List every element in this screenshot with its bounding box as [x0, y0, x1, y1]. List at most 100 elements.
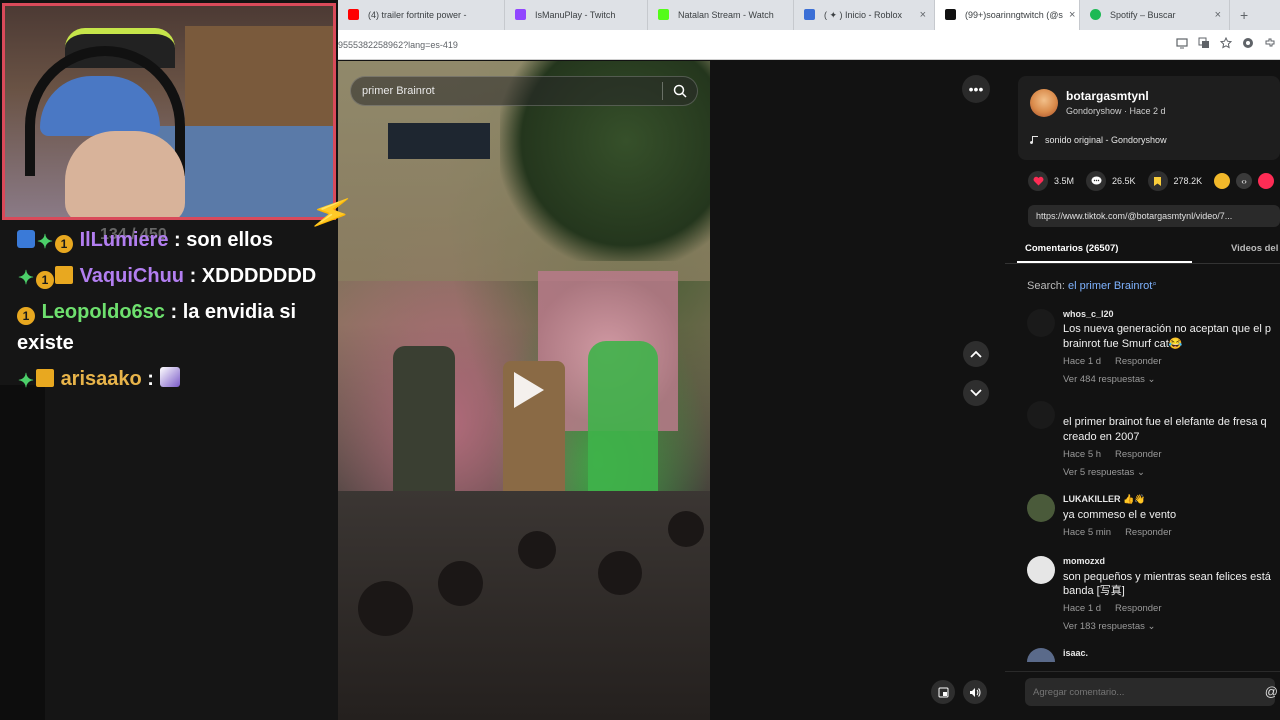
close-icon[interactable]: × — [1209, 9, 1221, 21]
chevron-down-icon: ⌄ — [1147, 374, 1156, 385]
like-count: 3.5M — [1054, 176, 1075, 186]
stream-chat-overlay — [0, 220, 338, 720]
comments-tabs: Comentarios (26507) Videos del — [1005, 236, 1280, 264]
tab-kick[interactable]: Natalan Stream - Watch — [648, 0, 794, 30]
install-app-icon[interactable] — [1176, 37, 1188, 49]
save-button[interactable]: 278.2K — [1147, 171, 1202, 191]
view-replies-button[interactable]: Ver 5 respuestas ⌄ — [1063, 467, 1145, 478]
record-icon[interactable] — [1242, 37, 1254, 49]
bookmark-star-icon[interactable] — [1220, 37, 1232, 49]
twitch-icon — [515, 9, 526, 20]
new-tab-button[interactable]: + — [1230, 7, 1258, 23]
search-button[interactable] — [663, 76, 697, 106]
tab-title: ( ✦ ) Inicio - Roblox — [824, 9, 903, 20]
comment-icon — [1086, 171, 1107, 191]
video-scene-audience — [338, 491, 710, 720]
music-info[interactable]: sonido original - Gondoryshow — [1030, 135, 1167, 145]
next-video-button[interactable] — [963, 380, 989, 406]
comment-meta: Hace 5 h Responder — [1063, 449, 1162, 460]
tab-title: (4) trailer fortnite power - — [368, 10, 467, 20]
roblox-icon — [804, 9, 815, 20]
screen: (4) trailer fortnite power - IsManuPlay … — [0, 0, 1280, 720]
chat-text: existe — [17, 332, 74, 354]
browser-tab-bar: (4) trailer fortnite power - IsManuPlay … — [338, 0, 1280, 30]
pip-button[interactable] — [931, 680, 955, 704]
chat-text: : XDDDDDDD — [184, 265, 317, 287]
avatar[interactable] — [1027, 494, 1055, 522]
play-icon[interactable] — [508, 370, 548, 410]
more-options-button[interactable]: ••• — [962, 75, 990, 103]
comment-text: ya commeso el e vento — [1063, 509, 1177, 521]
copy-link-field[interactable]: https://www.tiktok.com/@botargasmtynl/vi… — [1028, 205, 1280, 227]
comment-username[interactable]: momozxd — [1063, 556, 1105, 566]
picture-in-picture-icon — [938, 687, 948, 697]
reply-button[interactable]: Responder — [1115, 449, 1161, 460]
comment-text: el primer brainot fue el elefante de fre… — [1063, 416, 1267, 428]
spotify-icon — [1090, 9, 1101, 20]
mention-icon[interactable]: @ — [1265, 684, 1278, 699]
tab-title: Spotify – Buscar — [1110, 10, 1176, 20]
reply-button[interactable]: Responder — [1115, 603, 1161, 614]
tier-one-badge-icon: 1 — [17, 307, 35, 325]
chat-message: ✦ arisaako : — [17, 363, 181, 395]
comment-input[interactable] — [1025, 678, 1275, 706]
avatar[interactable] — [1027, 556, 1055, 584]
close-icon[interactable]: × — [914, 9, 926, 21]
reply-button[interactable]: Responder — [1125, 527, 1171, 538]
avatar[interactable] — [1027, 648, 1055, 662]
tab-twitch[interactable]: IsManuPlay - Twitch — [505, 0, 648, 30]
chat-username[interactable]: VaquiChuu — [80, 265, 184, 287]
search-input[interactable] — [351, 85, 662, 97]
star-badge-icon: ✦ — [18, 268, 34, 289]
reply-button[interactable]: Responder — [1115, 356, 1161, 367]
kick-icon — [658, 9, 669, 20]
comment-time: Hace 5 min — [1063, 527, 1112, 538]
extensions-icon[interactable] — [1264, 37, 1276, 49]
volume-icon — [970, 687, 981, 697]
url-text[interactable]: 9555382258962?lang=es-419 — [338, 40, 458, 50]
comment-time: Hace 1 d — [1063, 603, 1102, 614]
chat-username[interactable]: arisaako — [61, 368, 142, 390]
chat-username[interactable]: Leopoldo6sc — [42, 301, 165, 323]
chat-message-continued: existe — [17, 327, 74, 359]
tier-one-badge-icon: 1 — [36, 271, 54, 289]
search-icon: ⌕ — [1152, 279, 1157, 288]
comment-search-suggestion[interactable]: Search: el primer Brainrot⌕ — [1027, 279, 1157, 292]
like-button[interactable]: 3.5M — [1028, 171, 1074, 191]
author-subtitle: Gondoryshow · Hace 2 d — [1066, 106, 1166, 116]
chat-side-stripe — [0, 385, 45, 720]
address-bar[interactable]: 9555382258962?lang=es-419 — [338, 30, 1280, 60]
avatar[interactable] — [1027, 309, 1055, 337]
comment-username[interactable]: isaac. — [1063, 648, 1088, 658]
embed-icon[interactable]: ‹› — [1236, 173, 1253, 189]
tab-spotify[interactable]: Spotify – Buscar × — [1080, 0, 1230, 30]
comment-button[interactable]: 26.5K — [1086, 171, 1136, 191]
share-icon[interactable] — [1214, 173, 1231, 189]
previous-video-button[interactable] — [963, 341, 989, 367]
comment-username[interactable]: whos_c_l20 — [1063, 309, 1114, 319]
view-replies-button[interactable]: Ver 183 respuestas ⌄ — [1063, 621, 1155, 632]
avatar[interactable] — [1027, 401, 1055, 429]
chat-text: : son ellos — [168, 229, 273, 251]
view-replies-button[interactable]: Ver 484 respuestas ⌄ — [1063, 374, 1155, 385]
streamer-webcam — [2, 3, 336, 220]
volume-button[interactable] — [963, 680, 987, 704]
tab-tiktok[interactable]: (99+)soarinngtwitch (@s × — [935, 0, 1080, 30]
share-friends-icon[interactable] — [1258, 173, 1275, 189]
close-icon[interactable]: × — [1063, 9, 1075, 21]
chat-username[interactable]: IlLumiere — [80, 229, 169, 251]
video-info-card — [1018, 76, 1280, 160]
avatar[interactable] — [1030, 89, 1058, 117]
chat-message: ✦ 1 IlLumiere : son ellos — [17, 224, 273, 256]
comment-text: brainrot fue Smurf cat😂 — [1063, 338, 1183, 350]
tab-title: IsManuPlay - Twitch — [535, 10, 616, 20]
translate-icon[interactable] — [1198, 37, 1210, 49]
tab-creator-videos[interactable]: Videos del — [1231, 243, 1278, 254]
comment-username[interactable]: LUKAKILLER 👍👋 — [1063, 494, 1145, 505]
tiktok-icon — [945, 9, 956, 20]
chevron-down-icon: ⌄ — [1147, 621, 1156, 632]
tab-youtube[interactable]: (4) trailer fortnite power - — [338, 0, 505, 30]
tab-roblox[interactable]: ( ✦ ) Inicio - Roblox × — [794, 0, 935, 30]
tab-comments[interactable]: Comentarios (26507) — [1025, 243, 1118, 254]
author-username[interactable]: botargasmtynl — [1066, 89, 1149, 103]
